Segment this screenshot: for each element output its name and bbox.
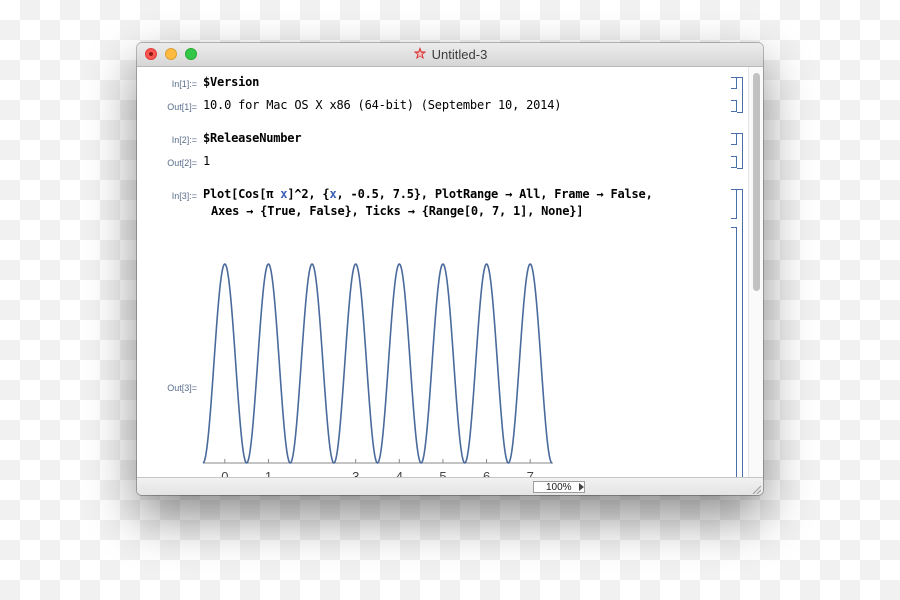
out-label-2: Out[2]= [167, 158, 197, 168]
notebook-content[interactable]: In[1]:= $Version Out[1]= 10.0 for Mac OS… [137, 67, 748, 495]
input-3-text-a: Plot[Cos[π [203, 187, 281, 201]
input-cell-2[interactable]: $ReleaseNumber [203, 131, 302, 145]
input-3-text-c: , -0.5, 7.5}, PlotRange → All, Frame → F… [336, 187, 653, 201]
input-3-text-b: ]^2, { [287, 187, 330, 201]
window-title: Untitled-3 [431, 47, 488, 62]
out-label-1: Out[1]= [167, 102, 197, 112]
in-label-2: In[2]:= [171, 135, 197, 145]
title-bar[interactable]: Untitled-3 [137, 43, 763, 67]
out-label-3: Out[3]= [167, 383, 197, 393]
output-cell-2[interactable]: 1 [203, 154, 210, 168]
window-title-area: Untitled-3 [137, 47, 763, 62]
group-bracket-2[interactable] [737, 133, 743, 169]
input-cell-3-line-2[interactable]: Axes → {True, False}, Ticks → {Range[0, … [211, 204, 584, 218]
scrollbar-thumb[interactable] [753, 73, 760, 291]
input-3-variable-2: x [329, 187, 337, 201]
group-bracket-3[interactable] [737, 189, 743, 495]
status-bar: 100% [137, 477, 763, 495]
input-cell-1[interactable]: $Version [203, 75, 259, 89]
group-bracket-1[interactable] [737, 77, 743, 113]
plot-curve-series [202, 263, 553, 464]
mathematica-document-icon [413, 47, 426, 59]
resize-grip-icon[interactable] [751, 484, 761, 494]
plot-layer: 0134567 [202, 263, 553, 484]
zoom-menu-arrow-icon[interactable] [579, 483, 584, 491]
notebook-window[interactable]: Untitled-3 In[1]:= $Version Out[1]= 10.0… [137, 43, 763, 495]
vertical-scrollbar[interactable] [748, 67, 763, 495]
input-cell-3-line-1[interactable]: Plot[Cos[π x]^2, {x, -0.5, 7.5}, PlotRan… [203, 187, 653, 201]
plot-output[interactable]: 0134567 [197, 242, 567, 495]
output-cell-1[interactable]: 10.0 for Mac OS X x86 (64-bit) (Septembe… [203, 98, 561, 112]
in-label-1: In[1]:= [171, 79, 197, 89]
in-label-3: In[3]:= [171, 191, 197, 201]
zoom-menu[interactable]: 100% [533, 481, 585, 493]
